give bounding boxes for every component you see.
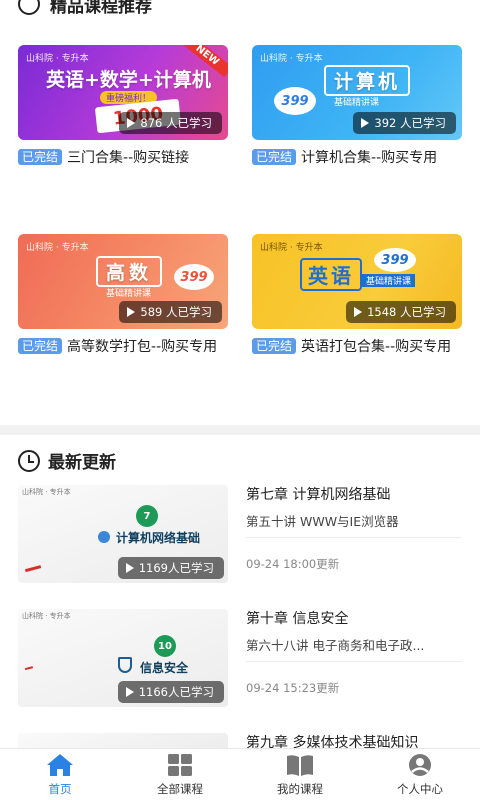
course-title[interactable]: 已完结 三门合集--购买链接 xyxy=(18,148,228,168)
update-item[interactable]: 山科院 · 专升本 7 计算机网络基础 1169人已学习 第七章 计算机网络基础… xyxy=(18,485,462,585)
course-thumbnail[interactable]: 山科院 · 专升本 英语 基础精讲课 399 1548 人已学习 xyxy=(252,234,462,329)
grid-icon xyxy=(168,753,192,776)
play-icon xyxy=(361,118,370,128)
brand-logo: 山科院 · 专升本 xyxy=(260,54,323,64)
update-thumbnail[interactable]: 山科院 · 专升本 10 信息安全 1166人已学习 xyxy=(18,609,228,707)
learners-count: 1169人已学习 xyxy=(117,557,224,579)
chapter-title: 第七章 计算机网络基础 xyxy=(246,487,391,503)
bottom-tab-bar: 首页 全部课程 我的课程 个人中心 xyxy=(0,748,480,800)
book-icon xyxy=(287,754,313,776)
thumbnail-subtitle: 基础精讲课 xyxy=(362,274,416,287)
thumbnail-headline: 英语+数学+计算机 xyxy=(46,69,211,91)
tab-profile[interactable]: 个人中心 xyxy=(360,749,480,800)
price-bubble: 399 xyxy=(274,87,316,115)
brand-logo: 山科院 · 专升本 xyxy=(22,612,71,620)
chapter-title: 第十章 信息安全 xyxy=(246,611,349,627)
course-title[interactable]: 已完结 高等数学打包--购买专用 xyxy=(18,337,228,357)
play-icon xyxy=(127,118,136,128)
brand-logo: 山科院 · 专升本 xyxy=(22,488,71,496)
update-item[interactable]: 山科院 · 专升本 10 信息安全 1166人已学习 第十章 信息安全 第六十八… xyxy=(18,609,462,709)
tab-home[interactable]: 首页 xyxy=(0,749,120,800)
thumbnail-headline: 计算机 xyxy=(324,65,411,96)
section-divider xyxy=(0,425,480,435)
course-card[interactable]: 山科院 · 专升本 英语+数学+计算机 重磅福利！ 1000 NEW 876 人… xyxy=(18,45,228,168)
thumbnail-subtitle: 基础精讲课 xyxy=(334,98,380,108)
status-badge: 已完结 xyxy=(252,149,297,165)
history-icon xyxy=(18,449,40,472)
shield-icon xyxy=(118,657,132,673)
thumbnail-headline: 高数 xyxy=(96,256,163,287)
chapter-number: 10 xyxy=(154,635,176,657)
course-thumbnail[interactable]: 山科院 · 专升本 英语+数学+计算机 重磅福利！ 1000 NEW 876 人… xyxy=(18,45,228,140)
course-card[interactable]: 山科院 · 专升本 英语 基础精讲课 399 1548 人已学习 已完结 英语打包… xyxy=(252,234,462,357)
status-badge: 已完结 xyxy=(18,149,63,165)
brand-logo: 山科院 · 专升本 xyxy=(26,54,89,64)
price-bubble: 399 xyxy=(374,248,416,272)
featured-section-header: 精品课程推荐 xyxy=(18,0,152,22)
thumbnail-subtitle: 基础精讲课 xyxy=(106,289,152,299)
course-title[interactable]: 已完结 英语打包合集--购买专用 xyxy=(252,337,462,357)
home-icon xyxy=(47,753,73,776)
decor-mark xyxy=(24,666,36,678)
featured-icon xyxy=(18,0,40,15)
learners-count: 589 人已学习 xyxy=(119,301,222,323)
user-icon xyxy=(409,753,431,776)
thumbnail-chapter-name: 计算机网络基础 xyxy=(116,531,201,545)
latest-section-header: 最新更新 xyxy=(18,448,116,473)
play-icon xyxy=(125,687,134,697)
update-time: 09-24 15:23更新 xyxy=(246,681,340,695)
update-time: 09-24 18:00更新 xyxy=(246,557,340,571)
tab-all-courses[interactable]: 全部课程 xyxy=(120,749,240,800)
decor-mark xyxy=(24,565,44,579)
lecture-title: 第六十八讲 电子商务和电子政... xyxy=(246,637,462,662)
tab-label: 全部课程 xyxy=(157,781,203,796)
course-thumbnail[interactable]: 山科院 · 专升本 计算机 基础精讲课 399 392 人已学习 xyxy=(252,45,462,140)
chapter-number: 7 xyxy=(136,505,158,527)
tab-label: 个人中心 xyxy=(397,781,443,796)
update-info: 第七章 计算机网络基础 第五十讲 WWW与IE浏览器 09-24 18:00更新 xyxy=(246,485,462,572)
thumbnail-headline: 英语 xyxy=(300,258,362,291)
featured-section-title: 精品课程推荐 xyxy=(50,0,152,17)
home-page: 精品课程推荐 山科院 · 专升本 英语+数学+计算机 重磅福利！ 1000 NE… xyxy=(0,0,480,800)
brand-logo: 山科院 · 专升本 xyxy=(260,243,323,253)
tab-label: 我的课程 xyxy=(277,781,323,796)
learners-count: 876 人已学习 xyxy=(119,112,222,134)
play-icon xyxy=(125,563,134,573)
play-icon xyxy=(127,307,136,317)
lecture-title: 第五十讲 WWW与IE浏览器 xyxy=(246,513,462,538)
course-card[interactable]: 山科院 · 专升本 高数 基础精讲课 399 589 人已学习 已完结 高等数学打… xyxy=(18,234,228,357)
update-thumbnail[interactable]: 山科院 · 专升本 7 计算机网络基础 1169人已学习 xyxy=(18,485,228,583)
tab-my-courses[interactable]: 我的课程 xyxy=(240,749,360,800)
thumbnail-chapter-name: 信息安全 xyxy=(140,661,189,675)
update-info: 第十章 信息安全 第六十八讲 电子商务和电子政... 09-24 15:23更新 xyxy=(246,609,462,696)
status-badge: 已完结 xyxy=(18,338,63,354)
play-icon xyxy=(354,307,363,317)
course-title[interactable]: 已完结 计算机合集--购买专用 xyxy=(252,148,462,168)
learners-count: 1166人已学习 xyxy=(117,681,224,703)
tab-label: 首页 xyxy=(48,781,72,796)
learners-count: 1548 人已学习 xyxy=(346,301,456,323)
course-card[interactable]: 山科院 · 专升本 计算机 基础精讲课 399 392 人已学习 已完结 计算机合… xyxy=(252,45,462,168)
latest-section-title: 最新更新 xyxy=(48,453,116,473)
brand-logo: 山科院 · 专升本 xyxy=(26,243,89,253)
learners-count: 392 人已学习 xyxy=(353,112,456,134)
price-bubble: 399 xyxy=(174,264,214,290)
globe-icon xyxy=(98,531,110,543)
status-badge: 已完结 xyxy=(252,338,297,354)
course-thumbnail[interactable]: 山科院 · 专升本 高数 基础精讲课 399 589 人已学习 xyxy=(18,234,228,329)
